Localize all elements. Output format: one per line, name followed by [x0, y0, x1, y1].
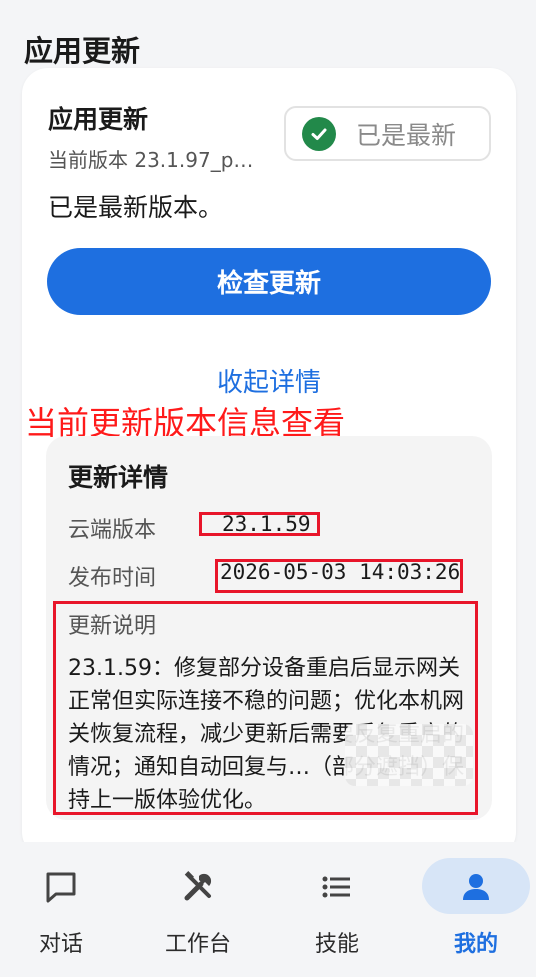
nav-item-chat[interactable]: 对话	[6, 858, 116, 958]
cloud-version-label: 云端版本	[68, 518, 157, 543]
release-time-label: 发布时间	[68, 566, 157, 591]
check-update-button[interactable]: 检查更新	[47, 248, 491, 315]
page-title: 应用更新	[24, 34, 141, 68]
chat-bubble-icon	[6, 858, 116, 916]
notes-label: 更新说明	[68, 614, 157, 639]
status-badge-label: 已是最新	[356, 120, 457, 150]
nav-item-skills[interactable]: 技能	[282, 858, 392, 958]
nav-label-skills: 技能	[314, 932, 359, 957]
tools-icon	[143, 858, 253, 916]
nav-label-mine: 我的	[453, 932, 498, 957]
check-circle-icon	[302, 116, 336, 151]
details-title: 更新详情	[68, 463, 169, 492]
list-icon	[282, 858, 392, 916]
nav-label-workbench: 工作台	[164, 932, 231, 957]
card-title: 应用更新	[48, 105, 149, 134]
collapse-details-link[interactable]: 收起详情	[22, 362, 516, 399]
person-icon	[421, 858, 531, 916]
status-message: 已是最新版本。	[48, 193, 224, 222]
release-time-value: 2026-05-03 14:03:26	[220, 560, 461, 584]
redaction-patch	[345, 724, 473, 786]
nav-label-chat: 对话	[38, 932, 83, 957]
status-badge: 已是最新	[284, 106, 491, 161]
nav-item-mine[interactable]: 我的	[421, 858, 531, 958]
bottom-nav: 对话 工作台 技能 我的	[0, 842, 536, 977]
cloud-version-value: 23.1.59	[222, 512, 311, 536]
current-version: 当前版本 23.1.97_p…	[48, 148, 254, 172]
nav-item-workbench[interactable]: 工作台	[143, 858, 253, 958]
